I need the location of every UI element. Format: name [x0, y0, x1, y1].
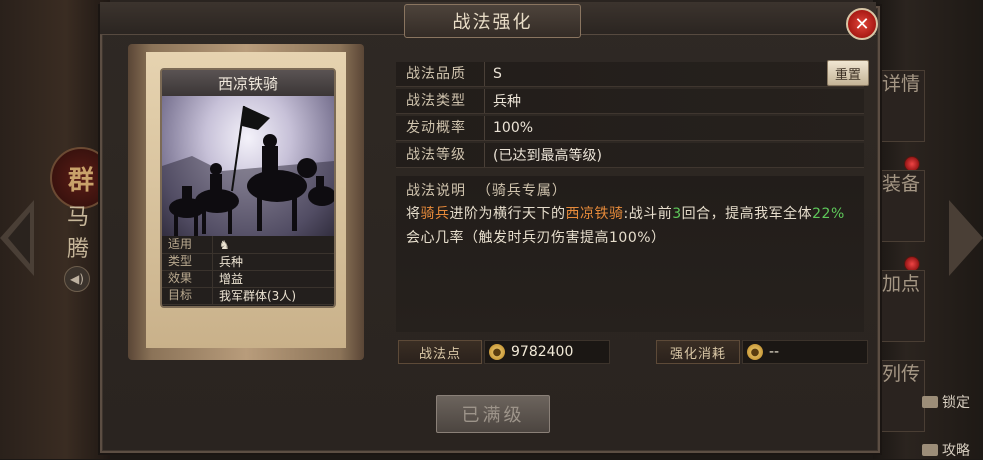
speaker-icon[interactable]: ◀) [64, 266, 90, 292]
field-type: 战法类型 兵种 [396, 89, 864, 114]
card-row-type: 类型 兵种 [162, 253, 334, 271]
reset-button[interactable]: 重置 [827, 60, 869, 86]
close-button[interactable]: ✕ [846, 8, 878, 40]
horse-icon: ♞ [219, 237, 230, 252]
tab-biography[interactable]: 列传 [878, 360, 925, 432]
next-arrow-icon[interactable] [949, 200, 983, 276]
card-row-effect: 效果 增益 [162, 270, 334, 288]
upgrade-cost-label: 强化消耗 [656, 340, 740, 364]
description-box: 战法说明 （骑兵专属） 将骑兵进阶为横行天下的西凉铁骑:战斗前3回合，提高我军全… [396, 176, 864, 332]
coin-icon: ● [489, 344, 505, 360]
tactic-card: 西凉铁骑 适用 ♞ 类型 兵种 效果 增益 目标 我军群体(3人) [160, 68, 336, 308]
field-probability: 发动概率 100% [396, 116, 864, 141]
max-level-button[interactable]: 已满级 [436, 395, 550, 433]
tab-equipment[interactable]: 装备 [878, 170, 925, 242]
lock-link[interactable]: 锁定 [922, 392, 970, 412]
coin-icon: ● [747, 344, 763, 360]
upgrade-cost-value: ● -- [742, 340, 868, 364]
general-name: 马腾 [66, 205, 89, 262]
card-row-applicable: 适用 ♞ [162, 236, 334, 254]
guide-link[interactable]: 攻略 [922, 440, 970, 460]
cavalry-artwork [162, 96, 334, 236]
lock-icon [922, 396, 938, 408]
book-icon [922, 444, 938, 456]
tab-points[interactable]: 加点 [878, 270, 925, 342]
prev-arrow-icon[interactable] [0, 200, 34, 276]
dialog-title: 战法强化 [404, 4, 581, 38]
tactic-points-label: 战法点 [398, 340, 482, 364]
description-text: 将骑兵进阶为横行天下的西凉铁骑:战斗前3回合，提高我军全体22%会心几率（触发时… [406, 206, 845, 246]
tactic-points-value: ● 9782400 [484, 340, 610, 364]
card-info: 适用 ♞ 类型 兵种 效果 增益 目标 我军群体(3人) [162, 236, 334, 306]
description-title: 战法说明 （骑兵专属） [406, 183, 567, 199]
field-level: 战法等级 (已达到最高等级) [396, 143, 864, 168]
card-title: 西凉铁骑 [162, 70, 334, 97]
field-quality: 战法品质 S [396, 62, 864, 87]
card-row-target: 目标 我军群体(3人) [162, 287, 334, 305]
tab-details[interactable]: 详情 [878, 70, 925, 142]
close-icon: ✕ [854, 13, 870, 35]
